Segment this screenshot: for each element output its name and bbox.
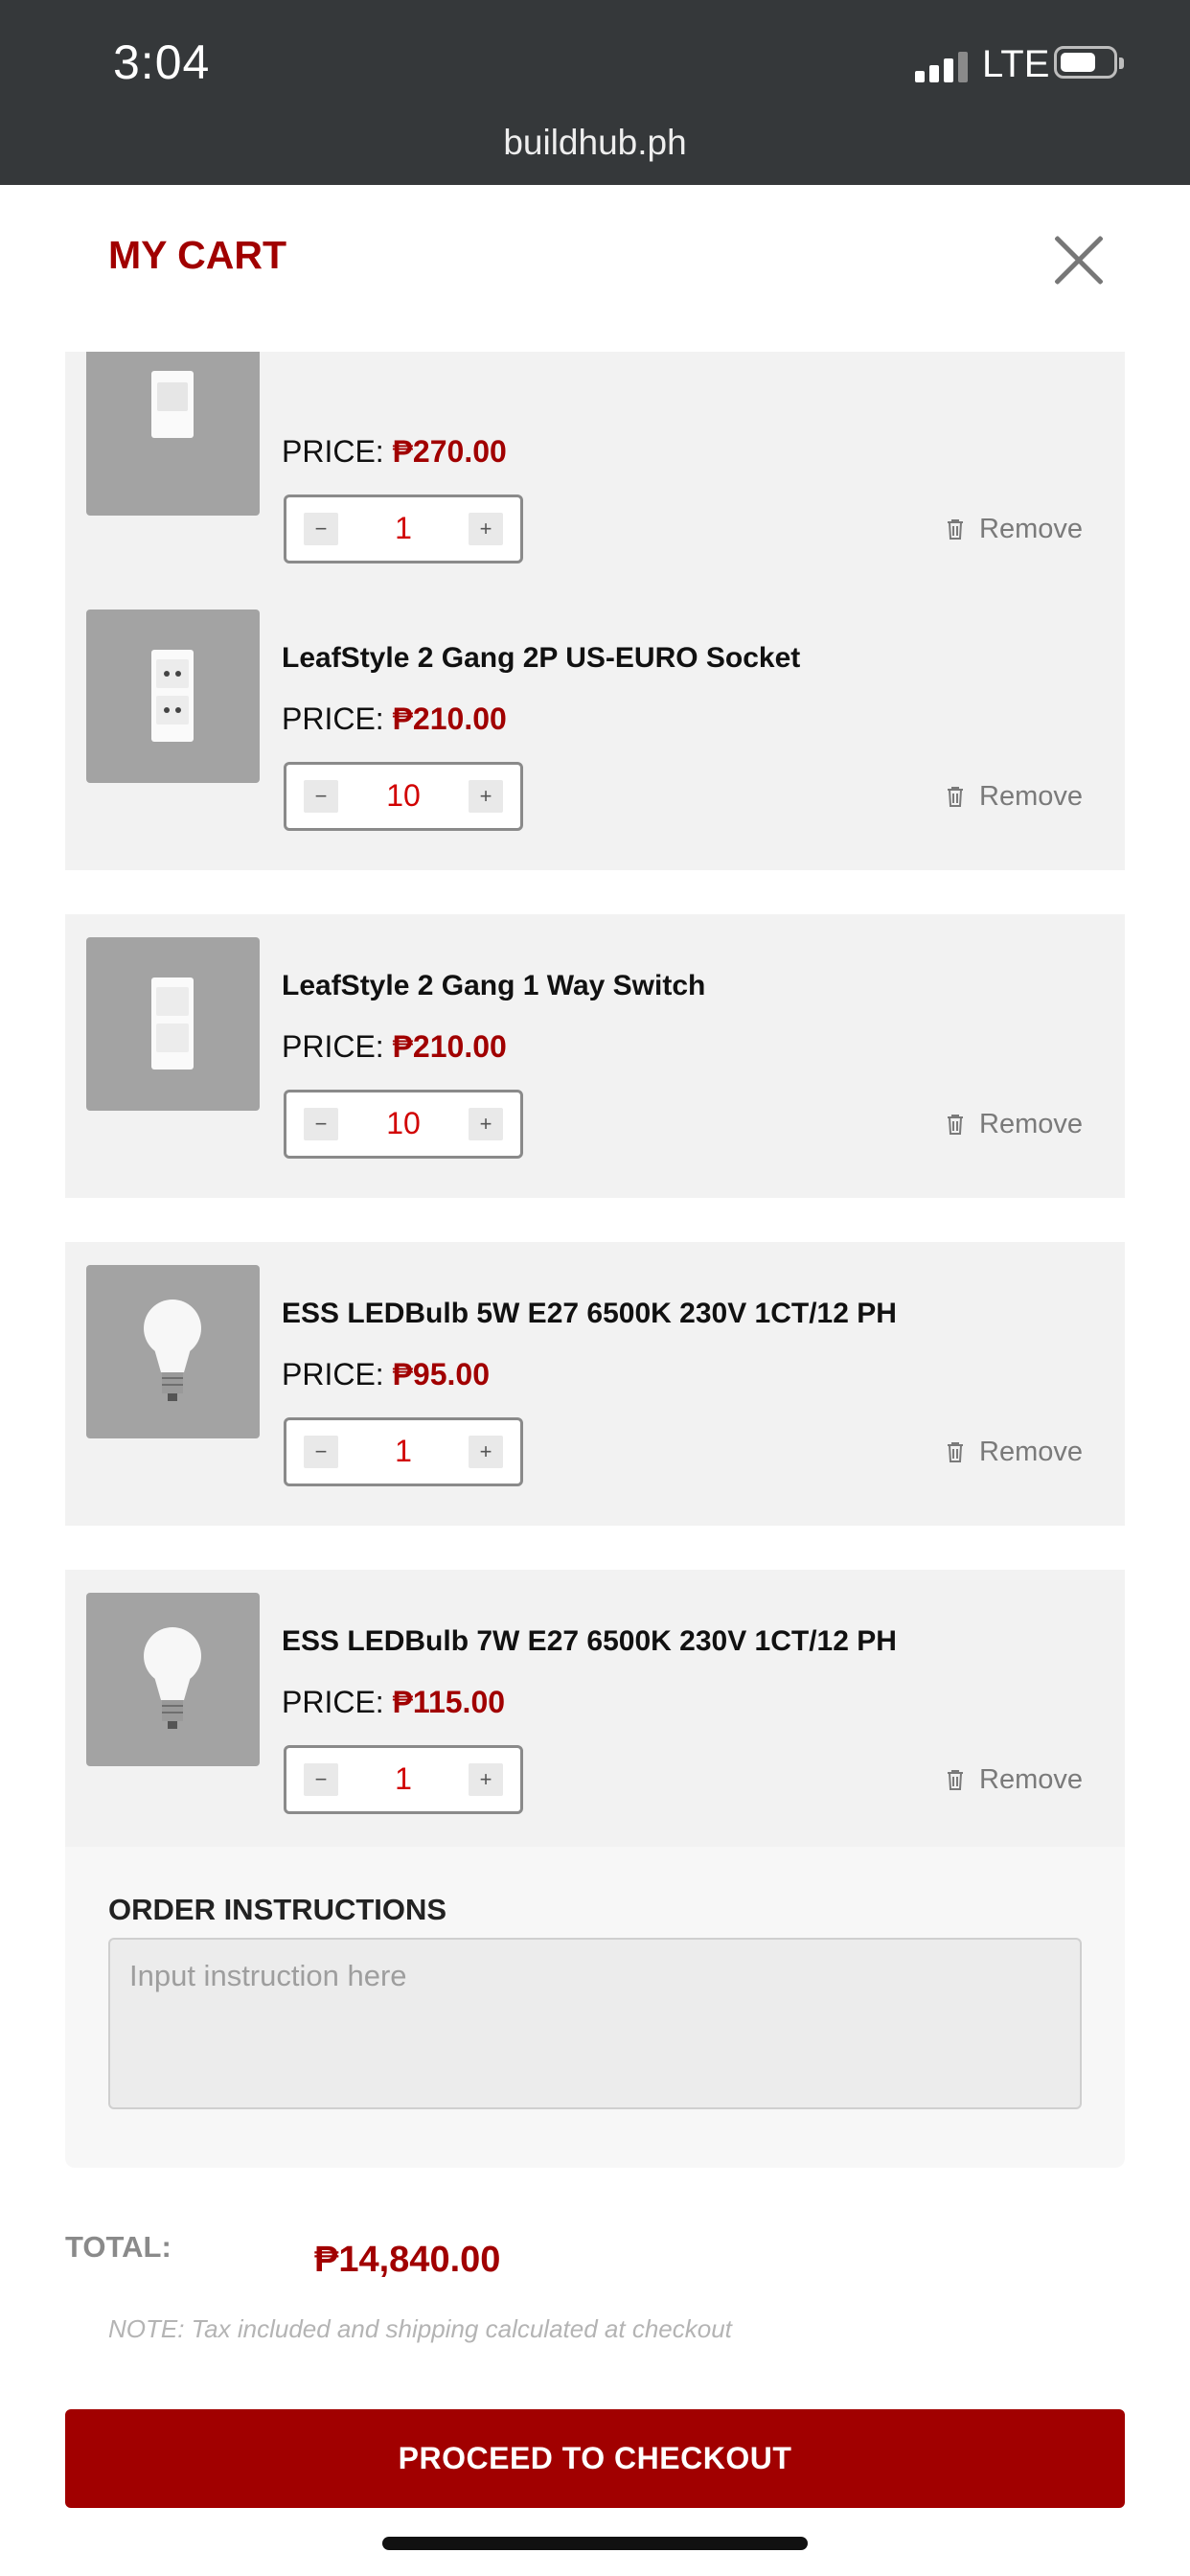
- url-bar[interactable]: buildhub.ph: [0, 123, 1190, 163]
- trash-icon: [948, 519, 963, 540]
- product-price: PRICE: ₱210.00: [282, 1029, 507, 1064]
- product-name[interactable]: LeafStyle 2 Gang 2P US-EURO Socket: [282, 642, 800, 675]
- quantity-stepper: − 1 +: [284, 1417, 523, 1486]
- quantity-value[interactable]: 10: [344, 778, 463, 814]
- signal-icon: [915, 50, 969, 82]
- remove-button[interactable]: Remove: [947, 1764, 1083, 1796]
- quantity-value[interactable]: 1: [344, 1761, 463, 1797]
- double-switch-image-icon: [151, 978, 194, 1070]
- network-type: LTE: [982, 43, 1050, 85]
- cart-item: LeafStyle 2 Gang 2P US-EURO Socket PRICE…: [65, 586, 1125, 870]
- product-image: [86, 937, 260, 1111]
- remove-button[interactable]: Remove: [947, 514, 1083, 545]
- decrease-button[interactable]: −: [304, 780, 338, 813]
- trash-icon: [948, 1442, 963, 1462]
- quantity-value[interactable]: 1: [344, 511, 463, 546]
- bulb-image-icon: [144, 1627, 201, 1729]
- cart-item: ESS LEDBulb 5W E27 6500K 230V 1CT/12 PH …: [65, 1242, 1125, 1526]
- increase-button[interactable]: +: [469, 1763, 503, 1796]
- order-instructions-section: ORDER INSTRUCTIONS: [65, 1847, 1125, 2168]
- quantity-stepper: − 1 +: [284, 494, 523, 564]
- remove-button[interactable]: Remove: [947, 1109, 1083, 1140]
- product-image: [86, 1593, 260, 1766]
- product-name[interactable]: ESS LEDBulb 5W E27 6500K 230V 1CT/12 PH: [282, 1298, 897, 1330]
- increase-button[interactable]: +: [469, 780, 503, 813]
- status-bar: 3:04 LTE buildhub.ph: [0, 0, 1190, 185]
- remove-button[interactable]: Remove: [947, 1437, 1083, 1468]
- remove-button[interactable]: Remove: [947, 781, 1083, 813]
- switch-image-icon: [151, 371, 194, 438]
- product-image: [86, 1265, 260, 1438]
- trash-icon: [948, 1115, 963, 1135]
- product-price: PRICE: ₱115.00: [282, 1685, 506, 1719]
- decrease-button[interactable]: −: [304, 1108, 338, 1140]
- quantity-stepper: − 10 +: [284, 762, 523, 831]
- cart-item: LeafStyle 2 Gang 1 Way Switch PRICE: ₱21…: [65, 914, 1125, 1198]
- decrease-button[interactable]: −: [304, 1763, 338, 1796]
- cart-item: PRICE: ₱270.00 − 1 + Remove: [65, 352, 1125, 603]
- quantity-stepper: − 10 +: [284, 1090, 523, 1159]
- order-instructions-input[interactable]: [108, 1938, 1082, 2109]
- decrease-button[interactable]: −: [304, 513, 338, 545]
- home-indicator[interactable]: [382, 2537, 808, 2550]
- cart-header: MY CART: [0, 185, 1190, 352]
- increase-button[interactable]: +: [469, 1108, 503, 1140]
- increase-button[interactable]: +: [469, 513, 503, 545]
- total-label: TOTAL:: [65, 2230, 172, 2264]
- trash-icon: [948, 787, 963, 807]
- product-image: [86, 352, 260, 516]
- decrease-button[interactable]: −: [304, 1436, 338, 1468]
- checkout-button[interactable]: PROCEED TO CHECKOUT: [65, 2409, 1125, 2508]
- quantity-stepper: − 1 +: [284, 1745, 523, 1814]
- product-name[interactable]: ESS LEDBulb 7W E27 6500K 230V 1CT/12 PH: [282, 1625, 897, 1658]
- trash-icon: [948, 1770, 963, 1790]
- product-image: [86, 610, 260, 783]
- product-name[interactable]: LeafStyle 2 Gang 1 Way Switch: [282, 970, 705, 1002]
- quantity-value[interactable]: 10: [344, 1106, 463, 1141]
- quantity-value[interactable]: 1: [344, 1434, 463, 1469]
- close-icon[interactable]: [1050, 231, 1108, 288]
- total-value: ₱14,840.00: [314, 2240, 501, 2280]
- cart-item-list[interactable]: PRICE: ₱270.00 − 1 + Remove LeafStyle 2 …: [0, 352, 1190, 1847]
- product-price: PRICE: ₱95.00: [282, 1357, 490, 1392]
- socket-image-icon: [151, 650, 194, 742]
- increase-button[interactable]: +: [469, 1436, 503, 1468]
- bulb-image-icon: [144, 1300, 201, 1401]
- battery-icon: [1054, 46, 1124, 79]
- page-title: MY CART: [108, 233, 287, 277]
- product-price: PRICE: ₱270.00: [282, 434, 507, 469]
- product-price: PRICE: ₱210.00: [282, 702, 507, 736]
- status-time: 3:04: [113, 35, 211, 89]
- order-instructions-label: ORDER INSTRUCTIONS: [108, 1893, 447, 1926]
- cart-item: ESS LEDBulb 7W E27 6500K 230V 1CT/12 PH …: [65, 1570, 1125, 1847]
- tax-note: NOTE: Tax included and shipping calculat…: [108, 2314, 732, 2343]
